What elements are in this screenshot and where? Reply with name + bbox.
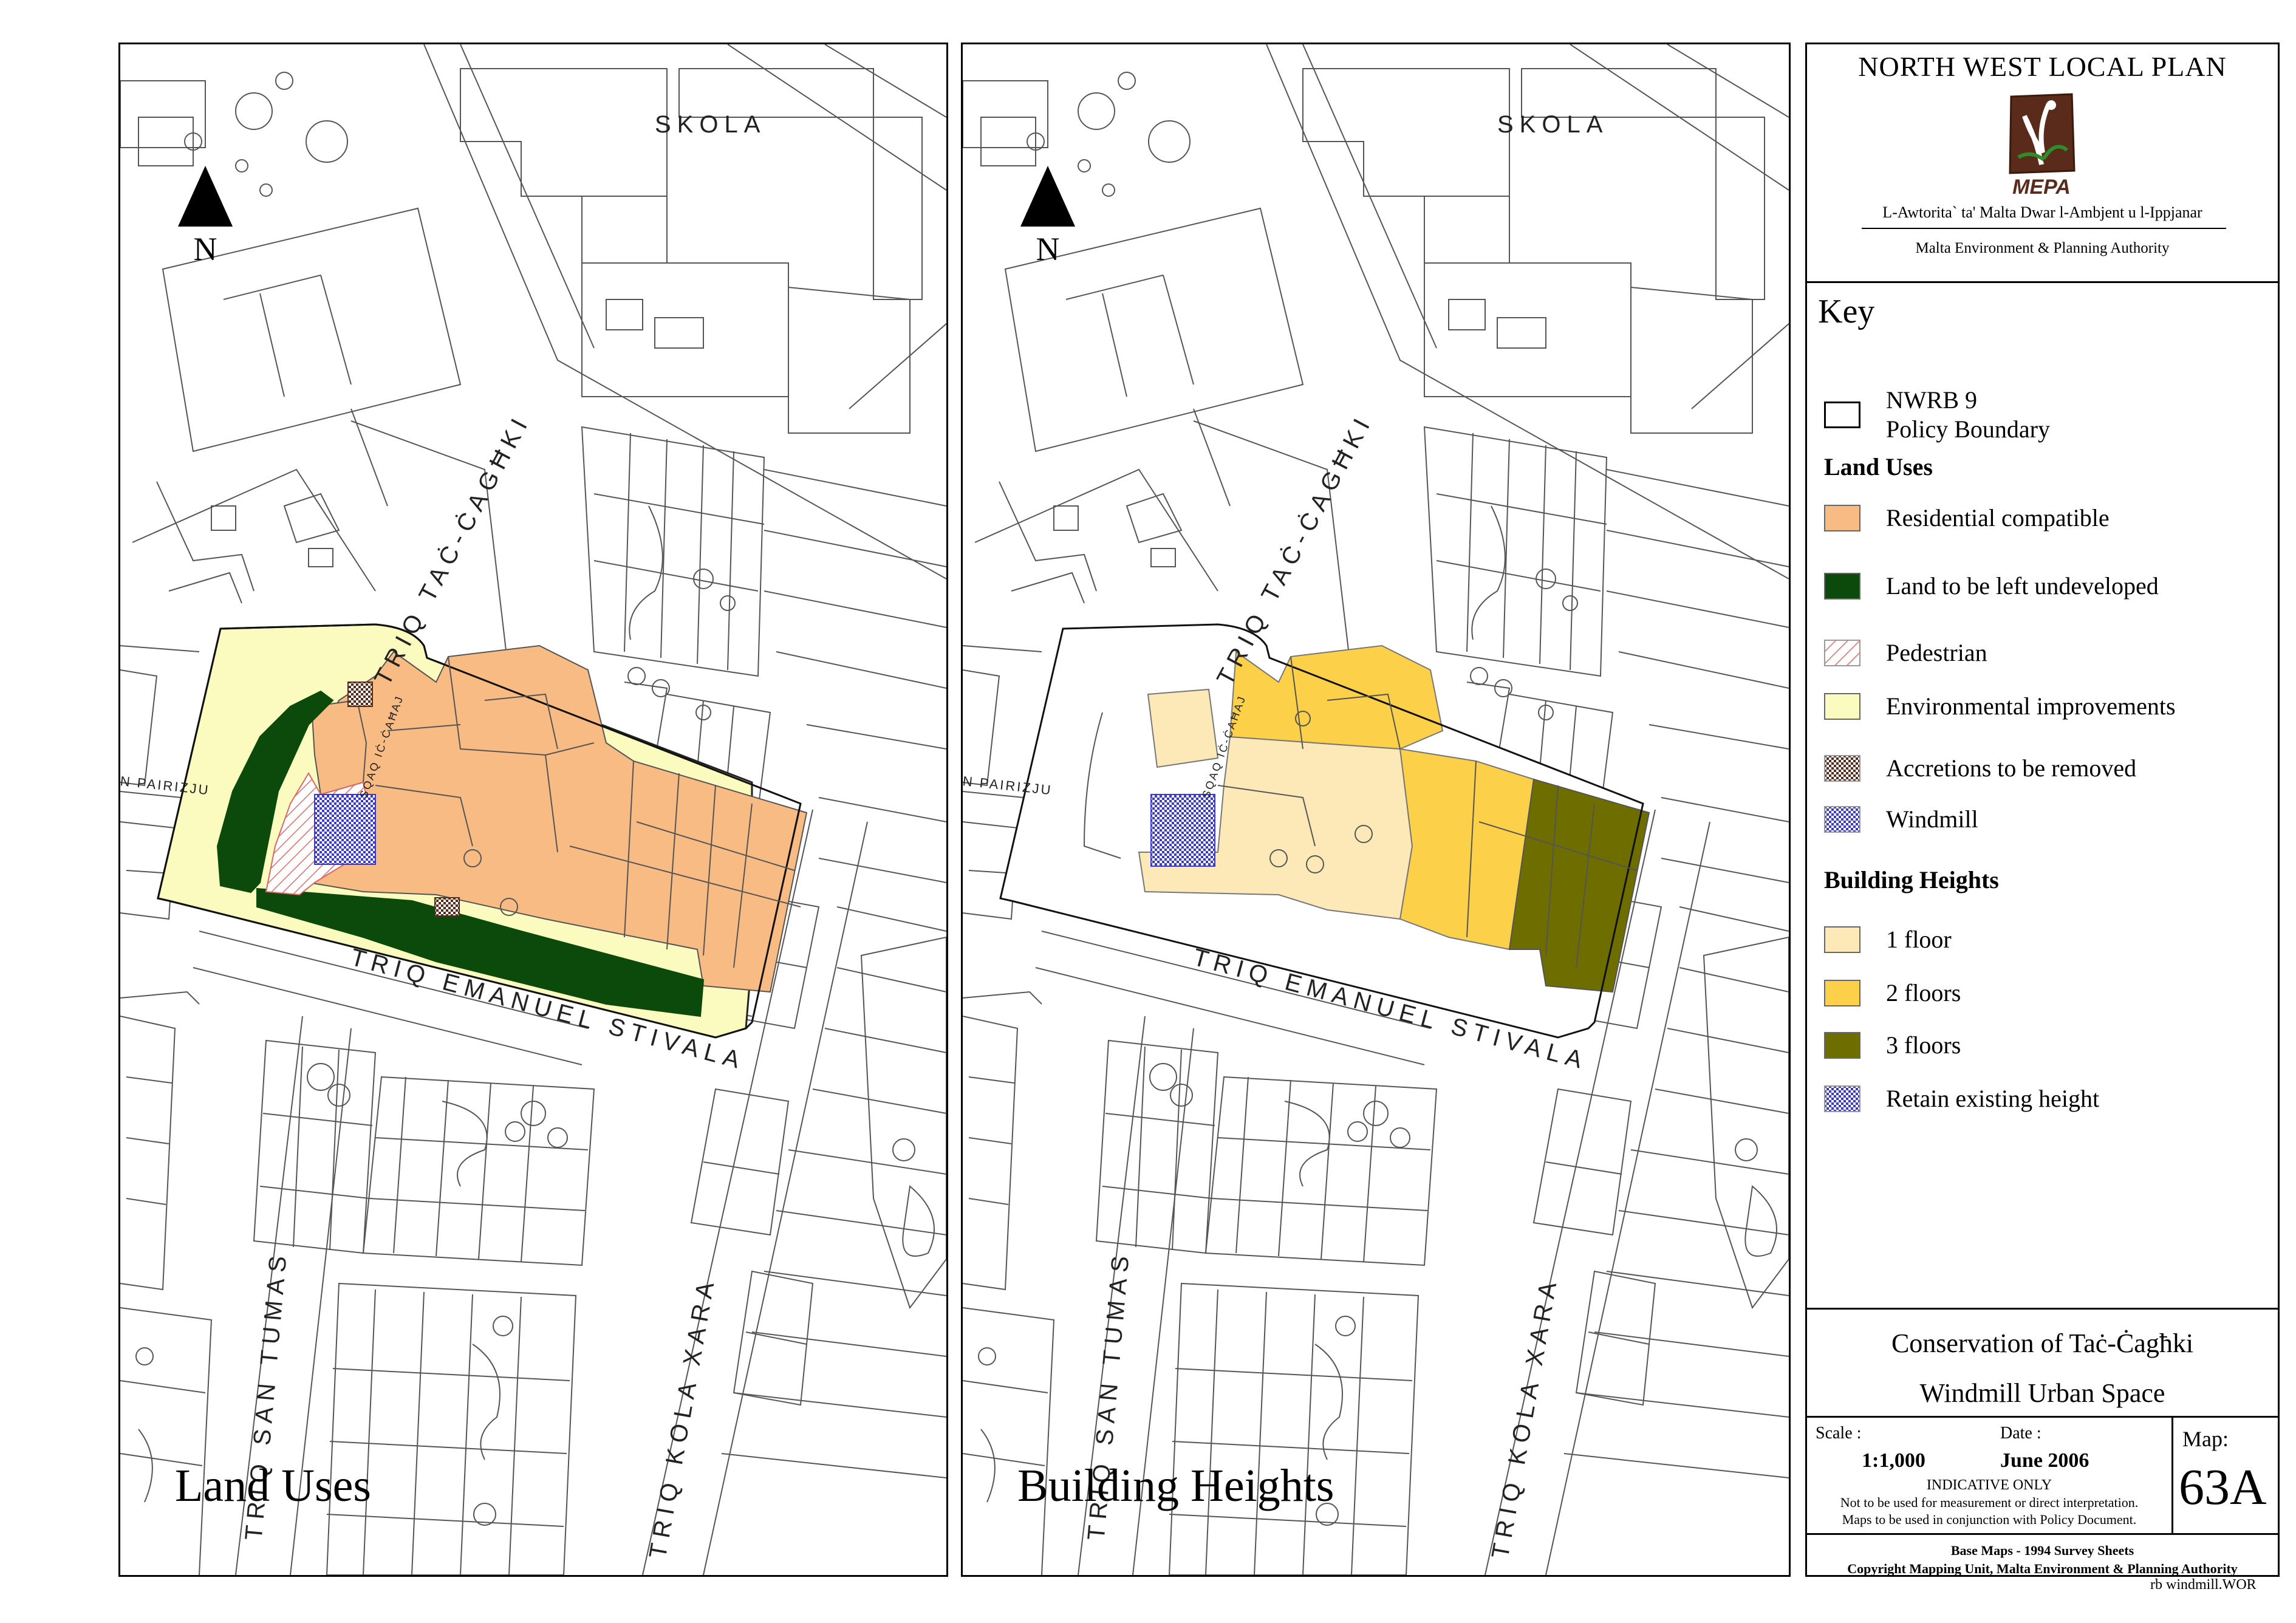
file-reference: rb windmill.WOR [2150,1577,2257,1593]
indicative-note: INDICATIVE ONLY [1926,1477,2052,1493]
residential-swatch [1824,505,1860,531]
one-floor-label: 1 floor [1886,926,1952,953]
scale-date-box: Scale : 1:1,000 Date : June 2006 INDICAT… [1807,1418,2173,1533]
conservation-title: Conservation of Taċ-Ċagħki [1891,1328,2194,1358]
windmill-swatch [1824,806,1860,833]
residential-compatible-area-west [310,699,367,796]
retain-height-label: Retain existing height [1886,1085,2100,1112]
disclaimer: Not to be used for measurement or direct… [1807,1494,2171,1528]
boundary-label-line1: NWRB 9 [1886,386,1977,414]
legend-undeveloped: Land to be left undeveloped [1824,568,2159,604]
legend-retain-height: Retain existing height [1824,1081,2099,1117]
north-label: N [193,231,217,267]
one-floor-area-west [1147,688,1219,768]
building-heights-title: Building Heights [1017,1460,1334,1511]
legend-pedestrian: Pedestrian [1824,635,1987,671]
map-number-label: Map: [2182,1427,2229,1451]
building-heights-heading: Building Heights [1824,866,1999,894]
legend-environmental: Environmental improvements [1824,688,2176,725]
three-floors-swatch [1824,1032,1860,1059]
date-label: Date : [2000,1424,2041,1443]
panel-header: NORTH WEST LOCAL PLAN MEPA L-Awtorita` t… [1807,44,2278,283]
undeveloped-swatch [1824,573,1860,600]
land-uses-map: SKOLA TRIQ TAĊ-ĊAGĦKI TRIQ EMANUEL STIVA… [118,43,948,1577]
authority-maltese: L-Awtorita` ta' Malta Dwar l-Ambjent u l… [1882,203,2202,221]
legend-accretions: Accretions to be removed [1824,750,2136,787]
three-floors-label: 3 floors [1886,1031,1961,1059]
legend-panel: NORTH WEST LOCAL PLAN MEPA L-Awtorita` t… [1805,43,2280,1577]
pedestrian-label: Pedestrian [1886,639,1987,666]
legend-residential: Residential compatible [1824,500,2110,536]
building-heights-overlay [999,623,1650,1039]
accretion-2 [434,897,460,917]
key-title: Key [1818,293,1875,330]
mepa-logo-icon: MEPA [2009,93,2076,199]
base-maps-line: Base Maps - 1994 Survey Sheets [1950,1543,2134,1558]
north-arrow: N [178,166,233,312]
pedestrian-swatch [1824,640,1860,666]
copyright-line: Copyright Mapping Unit, Malta Environmen… [1847,1561,2238,1576]
accretions-swatch [1824,755,1860,782]
boundary-label-line2: Policy Boundary [1886,415,2050,443]
scale-label: Scale : [1816,1424,1862,1443]
residential-label: Residential compatible [1886,504,2110,531]
panel-footer: Conservation of Taċ-Ċagħki Windmill Urba… [1807,1308,2278,1577]
authority-english: Malta Environment & Planning Authority [1915,240,2170,256]
street-skola: SKOLA [1497,111,1609,138]
legend-two-floors: 2 floors [1824,975,1961,1011]
building-heights-map: SKOLA TRIQ TAĊ-ĊAGĦKI TRIQ EMANUEL STIVA… [961,43,1791,1577]
retain-existing-height-area [1150,794,1215,867]
undeveloped-label: Land to be left undeveloped [1886,572,2159,600]
legend-three-floors: 3 floors [1824,1027,1961,1064]
map-info-row: Scale : 1:1,000 Date : June 2006 INDICAT… [1807,1416,2278,1535]
date-value: June 2006 [2000,1449,2089,1472]
windmill-area [314,794,376,865]
environmental-label: Environmental improvements [1886,692,2176,720]
header-divider [1862,228,2226,229]
windmill-label: Windmill [1886,805,1978,833]
disclaimer-line1: Not to be used for measurement or direct… [1840,1495,2139,1510]
accretion-1 [347,682,373,707]
boundary-swatch [1824,401,1860,428]
land-uses-heading: Land Uses [1824,453,1933,480]
legend-boundary: NWRB 9 Policy Boundary [1824,384,2050,445]
accretions-label: Accretions to be removed [1886,754,2137,782]
two-floors-swatch [1824,980,1860,1006]
conservation-subtitle: Windmill Urban Space [1919,1378,2165,1408]
logo-wordmark: MEPA [2012,176,2071,199]
north-arrow-icon [178,166,233,227]
scale-value: 1:1,000 [1862,1449,1925,1472]
legend-windmill: Windmill [1824,801,1978,838]
environmental-swatch [1824,693,1860,720]
one-floor-swatch [1824,926,1860,953]
land-uses-title: Land Uses [175,1460,371,1511]
north-arrow-icon [1020,166,1075,227]
map-number: 63A [2179,1459,2267,1515]
retain-height-swatch [1824,1085,1860,1112]
boundary-label: NWRB 9 Policy Boundary [1886,386,2050,444]
two-floors-label: 2 floors [1886,979,1961,1006]
street-skola: SKOLA [655,111,767,138]
north-label: N [1036,231,1060,267]
land-uses-overlay [157,623,808,1039]
base-maps-credit: Base Maps - 1994 Survey Sheets Copyright… [1807,1542,2278,1578]
disclaimer-line2: Maps to be used in conjunction with Poli… [1842,1512,2137,1527]
north-arrow: N [1020,166,1075,312]
plan-title: NORTH WEST LOCAL PLAN [1858,51,2227,82]
legend-one-floor: 1 floor [1824,921,1952,958]
